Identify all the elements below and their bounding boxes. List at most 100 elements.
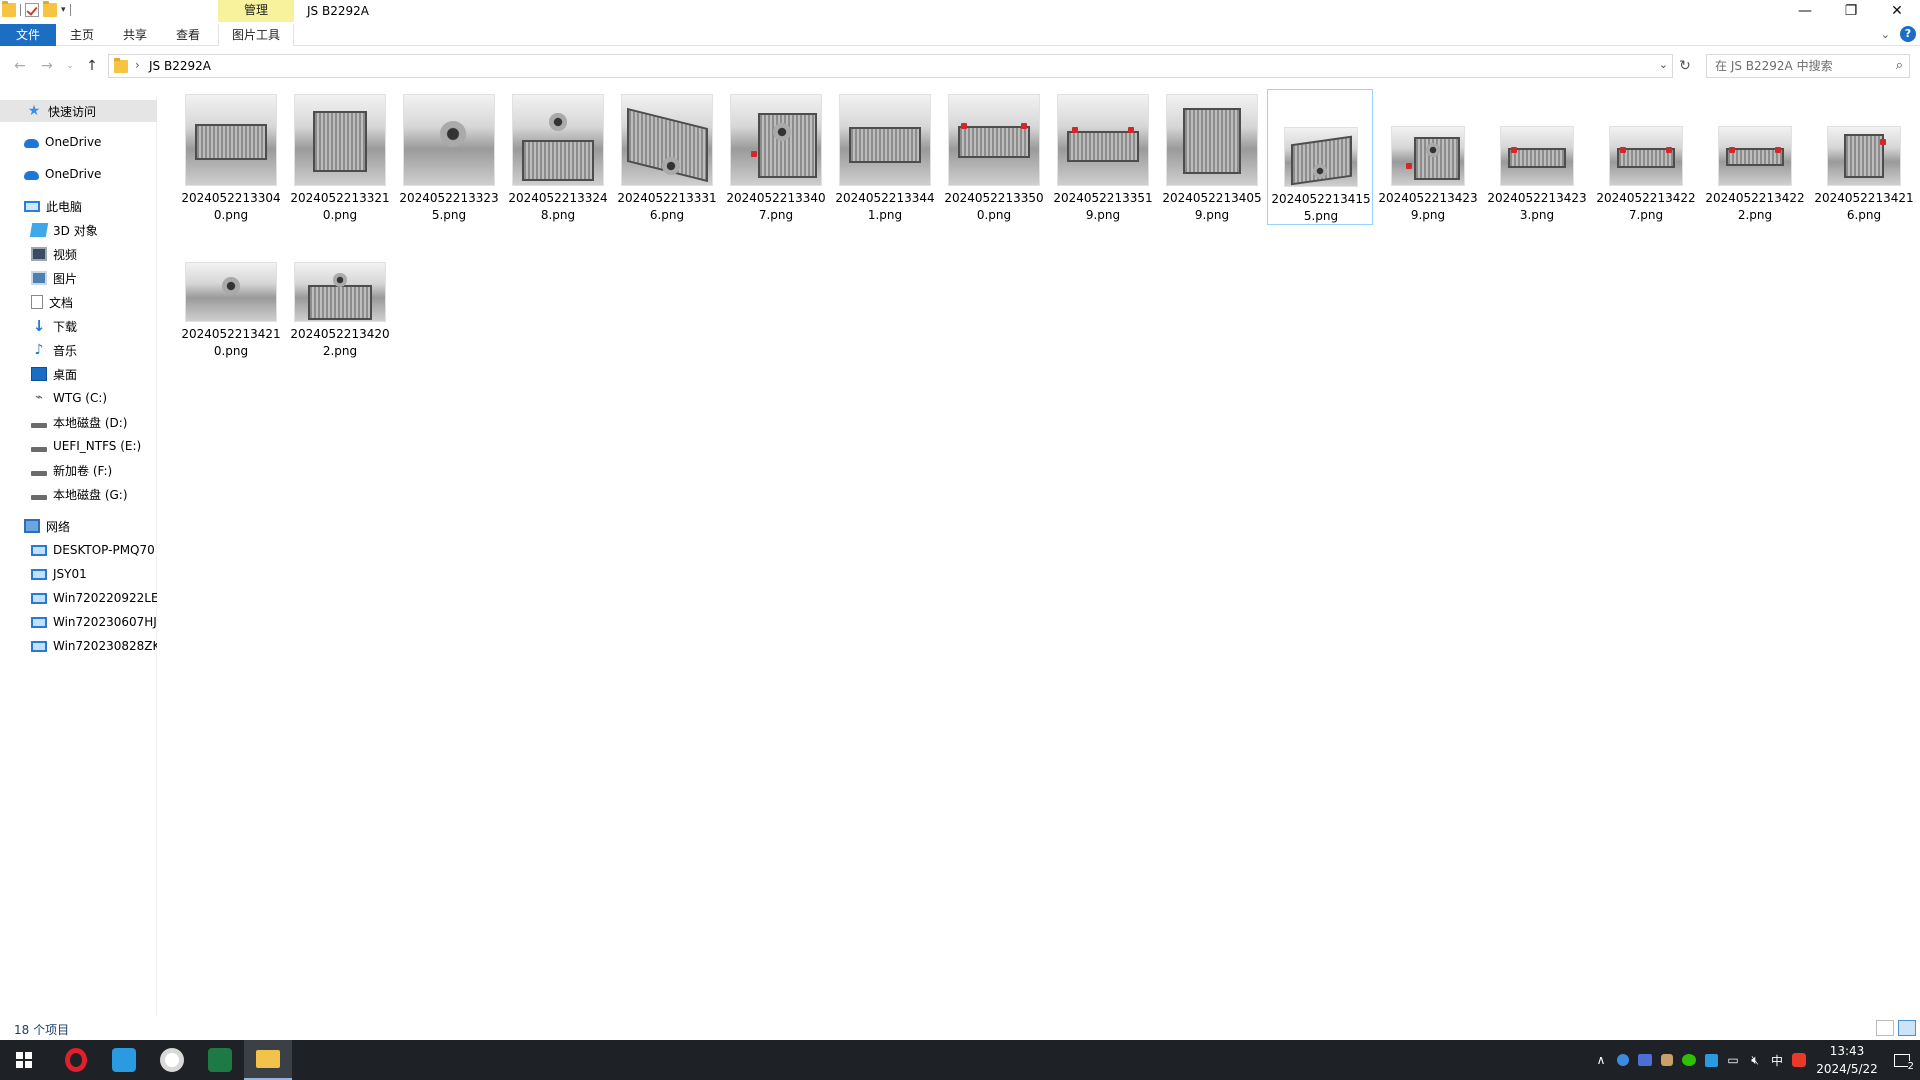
tab-view[interactable]: 查看 (168, 24, 208, 46)
customize-toolbar-chevron-icon[interactable]: ▾ (61, 5, 66, 15)
chevron-up-icon[interactable]: ∧ (1590, 1040, 1612, 1080)
taskbar-app-edge[interactable] (100, 1040, 148, 1080)
breadcrumb-current-folder[interactable]: JS B2292A (149, 59, 211, 73)
sidebar-item-label: 下载 (53, 319, 78, 334)
file-tile[interactable]: 202405221332­1 0.png (287, 92, 393, 224)
close-button[interactable]: ✕ (1874, 0, 1920, 22)
up-arrow-icon[interactable]: ↑ (82, 56, 102, 76)
sidebar-item-music[interactable]: ♪ 音乐 (0, 339, 157, 361)
drive-icon (31, 423, 47, 428)
recent-locations-chevron-icon[interactable]: ⌄ (60, 56, 80, 76)
sidebar-item-drive-c[interactable]: ⌁ WTG (C:) (0, 387, 157, 409)
refresh-icon[interactable]: ↻ (1675, 56, 1695, 76)
sogou-input-icon[interactable] (1788, 1040, 1810, 1080)
image-thumbnail (403, 94, 495, 186)
taskbar-app-opera[interactable] (52, 1040, 100, 1080)
file-tile[interactable]: 202405221342­1 6.png (1811, 92, 1917, 224)
tab-file[interactable]: 文件 (0, 24, 56, 46)
file-tile[interactable]: 202405221334­4 1.png (832, 92, 938, 224)
cat-app-icon[interactable] (1656, 1040, 1678, 1080)
title-bar: ▾ 管理 JS B2292A — ❐ ✕ (0, 0, 1920, 22)
monitor-icon (31, 592, 47, 604)
tab-picture-tools[interactable]: 图片工具 (218, 24, 294, 46)
new-folder-icon[interactable] (43, 1, 57, 17)
pictures-icon (31, 271, 47, 285)
properties-icon[interactable] (25, 3, 39, 17)
sidebar-item-drive-f[interactable]: 新加卷 (F:) (0, 459, 157, 481)
breadcrumb-chevron-icon[interactable]: › (135, 58, 140, 72)
app-tray-icon[interactable] (1634, 1040, 1656, 1080)
tab-share[interactable]: 共享 (115, 24, 155, 46)
sidebar-item-pictures[interactable]: 图片 (0, 267, 157, 289)
address-bar[interactable]: › JS B2292A ⌄ (108, 54, 1673, 78)
image-thumbnail (1057, 94, 1149, 186)
sidebar-item-documents[interactable]: 文档 (0, 291, 157, 313)
sidebar-item-quick-access[interactable]: ★ 快速访问 (0, 100, 157, 122)
sidebar-item-videos[interactable]: 视频 (0, 243, 157, 265)
browser-tray-icon[interactable] (1700, 1040, 1722, 1080)
file-tile[interactable]: 202405221332­3 5.png (396, 92, 502, 224)
file-tile[interactable]: 202405221332­4 8.png (505, 92, 611, 224)
file-tile[interactable]: 202405221335­1 9.png (1050, 92, 1156, 224)
sidebar-item-network[interactable]: 网络 (0, 515, 157, 537)
sidebar-item-3d-objects[interactable]: 3D 对象 (0, 219, 157, 241)
sidebar-item-onedrive-2[interactable]: OneDrive (0, 163, 157, 185)
sidebar-item-network-pc[interactable]: Win720230828ZKF (0, 635, 157, 657)
sidebar-item-this-pc[interactable]: 此电脑 (0, 195, 157, 217)
network-icon[interactable]: ▭ (1722, 1040, 1744, 1080)
help-icon[interactable]: ? (1900, 26, 1916, 42)
file-tile[interactable]: 202405221342­2 7.png (1593, 92, 1699, 224)
drive-icon (31, 471, 47, 476)
search-box[interactable]: ⌕ (1706, 54, 1910, 78)
sidebar-item-drive-g[interactable]: 本地磁盘 (G:) (0, 483, 157, 505)
minimize-button[interactable]: — (1782, 0, 1828, 22)
file-tile[interactable]: 202405221330­4 0.png (178, 92, 284, 224)
details-view-icon[interactable] (1876, 1020, 1894, 1036)
restore-button[interactable]: ❐ (1828, 0, 1874, 22)
back-arrow-icon[interactable]: ← (10, 56, 30, 76)
sidebar-item-onedrive[interactable]: OneDrive (0, 131, 157, 153)
notification-center-button[interactable]: 2 (1884, 1040, 1920, 1080)
taskbar-app-excel[interactable] (196, 1040, 244, 1080)
sidebar-item-network-pc[interactable]: Win720230607HJV (0, 611, 157, 633)
search-input[interactable] (1715, 58, 1885, 74)
ime-indicator[interactable]: 中 (1766, 1040, 1788, 1080)
forward-arrow-icon[interactable]: → (37, 56, 57, 76)
file-tile[interactable]: 202405221335­0 0.png (941, 92, 1047, 224)
star-icon: ★ (27, 103, 41, 119)
file-name: 202405221333­1 6.png (617, 191, 717, 222)
sidebar-item-drive-e[interactable]: UEFI_NTFS (E:) (0, 435, 157, 457)
file-tile[interactable]: 202405221342­1 0.png (178, 228, 284, 360)
browser-tray-icon[interactable] (1612, 1040, 1634, 1080)
file-tile[interactable]: 202405221342­3 3.png (1484, 92, 1590, 224)
search-icon[interactable]: ⌕ (1896, 58, 1903, 73)
file-tile[interactable]: 202405221333­1 6.png (614, 92, 720, 224)
taskbar-app-chrome[interactable] (148, 1040, 196, 1080)
clock[interactable]: 13:43 2024/5/22 (1810, 1042, 1884, 1078)
file-tile[interactable]: 202405221342­0 2.png (287, 228, 393, 360)
taskbar-app-file-explorer[interactable] (244, 1040, 292, 1080)
volume-muted-icon[interactable]: 🔇︎ (1744, 1040, 1766, 1080)
image-thumbnail (1827, 126, 1901, 186)
file-tile-selected[interactable]: 202405221341­5 5.png (1267, 89, 1373, 225)
file-tile[interactable]: 202405221342­3 9.png (1375, 92, 1481, 224)
sidebar-item-network-pc[interactable]: Win720220922LEK (0, 587, 157, 609)
sidebar-item-network-pc[interactable]: JSY01 (0, 563, 157, 585)
file-tile[interactable]: 202405221340­5 9.png (1159, 92, 1265, 224)
sidebar-item-desktop[interactable]: 桌面 (0, 363, 157, 385)
wechat-icon[interactable] (1678, 1040, 1700, 1080)
sidebar-item-downloads[interactable]: ↓ 下载 (0, 315, 157, 337)
sidebar-item-drive-d[interactable]: 本地磁盘 (D:) (0, 411, 157, 433)
address-dropdown-chevron-icon[interactable]: ⌄ (1659, 58, 1668, 71)
manage-context-tab[interactable]: 管理 (218, 0, 294, 22)
monitor-icon (31, 568, 47, 580)
file-tile[interactable]: 202405221342­2 2.png (1702, 92, 1808, 224)
sidebar-item-label: 新加卷 (F:) (53, 463, 113, 478)
start-button[interactable] (0, 1040, 48, 1080)
expand-ribbon-chevron-icon[interactable]: ⌄ (1881, 28, 1890, 41)
large-icons-view-icon[interactable] (1898, 1020, 1916, 1036)
file-tile[interactable]: 202405221334­0 7.png (723, 92, 829, 224)
sidebar-item-network-pc[interactable]: DESKTOP-PMQ70 (0, 539, 157, 561)
image-thumbnail (1609, 126, 1683, 186)
tab-home[interactable]: 主页 (62, 24, 102, 46)
